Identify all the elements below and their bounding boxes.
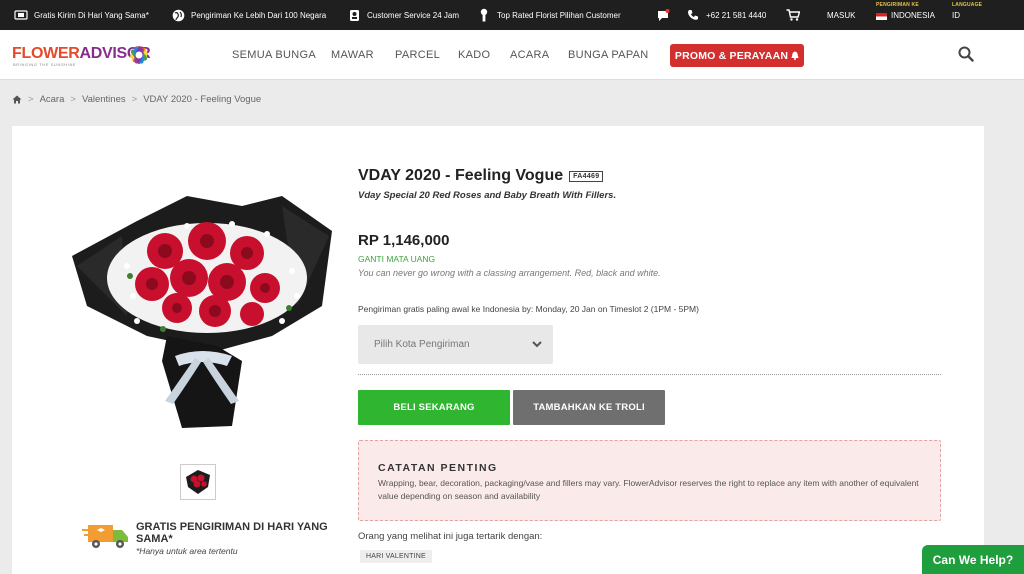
free-shipping-badge: GRATIS PENGIRIMAN DI HARI YANG SAMA* *Ha… (82, 519, 342, 559)
related-interest-label: Orang yang melihat ini juga tertarik den… (358, 531, 543, 542)
nav-kado[interactable]: KADO (458, 49, 490, 61)
product-panel: GRATIS PENGIRIMAN DI HARI YANG SAMA* *Ha… (12, 126, 984, 574)
breadcrumb-separator: > (28, 94, 34, 105)
add-to-cart-button[interactable]: TAMBAHKAN KE TROLI (513, 390, 665, 425)
nav-bunga-papan[interactable]: BUNGA PAPAN (568, 49, 649, 61)
florist-icon (477, 8, 491, 22)
product-image[interactable] (67, 196, 342, 431)
buy-now-label: BELI SEKARANG (393, 402, 475, 413)
change-currency-link[interactable]: GANTI MATA UANG (358, 254, 435, 264)
product-title: VDAY 2020 - Feeling Vogue FA4469 (358, 167, 604, 185)
topbar-text: Top Rated Florist Pilihan Customer (497, 10, 621, 20)
top-info-bar: Gratis Kirim Di Hari Yang Sama* Pengirim… (0, 0, 1024, 30)
main-header: FLOWERADVISOR BRINGING THE SUNSHINE SEMU… (0, 30, 1024, 80)
phone-number: +62 21 581 4440 (706, 10, 767, 20)
language-label: LANGUAGE (952, 2, 983, 8)
flower-logo-icon (130, 46, 148, 64)
delivery-city-select[interactable]: Pilih Kota Pengiriman (358, 325, 553, 364)
thumbnail-image (183, 467, 213, 497)
whatsapp-button[interactable] (656, 0, 670, 30)
ship-to-label: PENGIRIMAN KE (876, 2, 919, 8)
important-note: CATATAN PENTING Wrapping, bear, decorati… (358, 440, 941, 521)
login-link[interactable]: MASUK (827, 0, 855, 30)
delivery-truck-icon (82, 525, 128, 548)
tag-hari-valentine[interactable]: HARI VALENTINE (360, 550, 432, 563)
topbar-item-top-florist: Top Rated Florist Pilihan Customer (477, 0, 621, 30)
buy-now-button[interactable]: BELI SEKARANG (358, 390, 510, 425)
ship-to-value: INDONESIA (891, 11, 936, 20)
logo-text-flower: FLOWER (12, 45, 80, 62)
promo-label: PROMO & PERAYAAN (674, 49, 789, 62)
chat-bubble-icon (656, 8, 670, 22)
product-thumbnail[interactable] (180, 464, 216, 500)
logo[interactable]: FLOWERADVISOR BRINGING THE SUNSHINE (12, 41, 152, 71)
language-value: ID (952, 11, 960, 20)
delivery-info: Pengiriman gratis paling awal ke Indones… (358, 304, 699, 314)
breadcrumb-valentines[interactable]: Valentines (82, 94, 126, 105)
language-selector[interactable]: LANGUAGE ID (952, 3, 982, 20)
home-icon[interactable] (12, 95, 22, 104)
login-label: MASUK (827, 10, 856, 20)
product-subtitle: Vday Special 20 Red Roses and Baby Breat… (358, 190, 617, 201)
add-to-cart-label: TAMBAHKAN KE TROLI (533, 402, 645, 413)
note-body: Wrapping, bear, decoration, packaging/va… (378, 478, 919, 501)
ship-to-selector[interactable]: PENGIRIMAN KE INDONESIA (876, 3, 935, 20)
truck-gift-icon (14, 8, 28, 22)
free-shipping-note: *Hanya untuk area tertentu (136, 546, 238, 556)
breadcrumb-separator: > (70, 94, 76, 105)
product-description: You can never go wrong with a classing a… (358, 268, 661, 278)
topbar-text: Gratis Kirim Di Hari Yang Sama* (34, 10, 149, 20)
product-title-text: VDAY 2020 - Feeling Vogue (358, 167, 564, 184)
cart-icon (786, 8, 800, 22)
nav-parcel[interactable]: PARCEL (395, 49, 440, 61)
phone-icon (686, 8, 700, 22)
globe-icon (171, 8, 185, 22)
breadcrumb-separator: > (131, 94, 138, 105)
headset-icon (347, 8, 361, 22)
topbar-text: Customer Service 24 Jam (367, 10, 460, 20)
breadcrumb-current: VDAY 2020 - Feeling Vogue (143, 94, 262, 105)
logo-tagline: BRINGING THE SUNSHINE (13, 62, 77, 67)
nav-mawar[interactable]: MAWAR (331, 49, 374, 61)
note-title: CATATAN PENTING (378, 462, 498, 474)
indonesia-flag-icon (876, 12, 887, 20)
search-icon (958, 46, 974, 62)
chevron-down-icon (532, 341, 542, 348)
cart-button[interactable] (786, 0, 800, 30)
bell-icon (791, 51, 799, 60)
chat-help-button[interactable]: Can We Help? (922, 545, 1024, 574)
topbar-item-countries: Pengiriman Ke Lebih Dari 100 Negara (171, 0, 326, 30)
breadcrumb: > Acara > Valentines > VDAY 2020 - Feeli… (12, 94, 261, 105)
city-select-placeholder: Pilih Kota Pengiriman (374, 339, 470, 350)
breadcrumb-acara[interactable]: Acara (40, 94, 65, 105)
free-shipping-title: GRATIS PENGIRIMAN DI HARI YANG SAMA* (136, 521, 328, 545)
search-button[interactable] (958, 46, 978, 66)
chat-help-label: Can We Help? (932, 552, 1014, 567)
divider (358, 374, 941, 375)
product-price: RP 1,146,000 (358, 232, 450, 249)
topbar-item-customer-service: Customer Service 24 Jam (347, 0, 459, 30)
nav-semua-bunga[interactable]: SEMUA BUNGA (232, 49, 316, 61)
product-sku: FA4469 (569, 170, 604, 182)
phone-link[interactable]: +62 21 581 4440 (686, 0, 766, 30)
promo-button[interactable]: PROMO & PERAYAAN (670, 44, 804, 67)
topbar-text: Pengiriman Ke Lebih Dari 100 Negara (191, 10, 327, 20)
nav-acara[interactable]: ACARA (510, 49, 549, 61)
topbar-item-same-day: Gratis Kirim Di Hari Yang Sama* (14, 0, 149, 30)
